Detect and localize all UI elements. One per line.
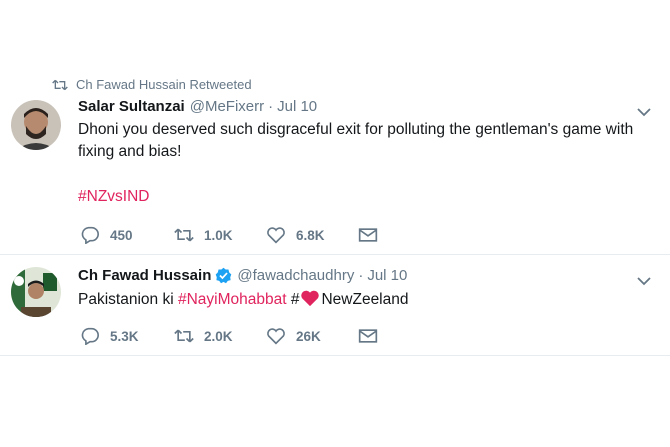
message-icon [358, 329, 378, 343]
retweet-button[interactable]: 1.0K [174, 226, 266, 244]
tweet-ch-fawad-hussain[interactable]: Ch Fawad Hussain @fawadchaudhry · Jul 10… [0, 255, 670, 356]
tweet-date[interactable]: Jul 10 [277, 98, 317, 115]
text-hash: # [286, 291, 300, 308]
reply-count: 450 [110, 227, 133, 243]
reply-icon [81, 327, 99, 345]
chevron-down-icon[interactable] [637, 277, 651, 286]
separator-dot: · [358, 267, 364, 284]
hashtag-link[interactable]: #NZvsIND [78, 188, 149, 206]
tweet-text: Dhoni you deserved such disgraceful exit… [78, 121, 634, 160]
heart-emoji [301, 290, 320, 307]
retweeted-by-label: Ch Fawad Hussain Retweeted [76, 77, 252, 92]
retweet-icon [52, 79, 68, 90]
tweet-date[interactable]: Jul 10 [367, 267, 407, 284]
message-button[interactable] [358, 226, 378, 244]
retweet-context: Ch Fawad Hussain Retweeted [52, 77, 252, 92]
hashtag-link[interactable]: #NayiMohabbat [178, 291, 287, 308]
reply-button[interactable]: 450 [80, 226, 174, 244]
message-icon [358, 228, 378, 242]
avatar[interactable] [11, 100, 61, 150]
like-button[interactable]: 6.8K [266, 226, 358, 244]
retweet-count: 1.0K [204, 227, 233, 243]
separator-dot: · [268, 98, 274, 115]
like-icon [267, 227, 285, 244]
retweet-icon [174, 329, 194, 343]
like-count: 6.8K [296, 227, 325, 243]
like-button[interactable]: 26K [266, 327, 358, 345]
like-count: 26K [296, 328, 321, 344]
retweet-count: 2.0K [204, 328, 233, 344]
verified-icon [216, 267, 232, 284]
tweet-header: Ch Fawad Hussain @fawadchaudhry · Jul 10 [78, 267, 407, 284]
tweet-header: Salar Sultanzai @MeFixerr · Jul 10 [78, 98, 317, 115]
retweet-icon [174, 228, 194, 242]
display-name[interactable]: Ch Fawad Hussain [78, 267, 211, 284]
retweet-button[interactable]: 2.0K [174, 327, 266, 345]
message-button[interactable] [358, 327, 378, 345]
reply-count: 5.3K [110, 328, 139, 344]
text-suffix: NewZeeland [321, 291, 409, 308]
user-handle[interactable]: @MeFixerr [190, 98, 264, 115]
display-name[interactable]: Salar Sultanzai [78, 98, 185, 115]
user-handle[interactable]: @fawadchaudhry [237, 267, 354, 284]
reply-icon [81, 226, 99, 244]
tweet-actions: 5.3K 2.0K 26K [80, 327, 378, 345]
chevron-down-icon[interactable] [637, 108, 651, 117]
tweet-actions: 450 1.0K 6.8K [80, 226, 378, 244]
like-icon [267, 328, 285, 345]
reply-button[interactable]: 5.3K [80, 327, 174, 345]
text-prefix: Pakistanion ki [78, 291, 178, 308]
avatar[interactable] [11, 267, 61, 317]
tweet-salar-sultanzai[interactable]: Ch Fawad Hussain Retweeted Salar Sultanz… [0, 70, 670, 255]
tweet-text: Pakistanion ki #NayiMohabbat # NewZeeland [78, 289, 658, 311]
